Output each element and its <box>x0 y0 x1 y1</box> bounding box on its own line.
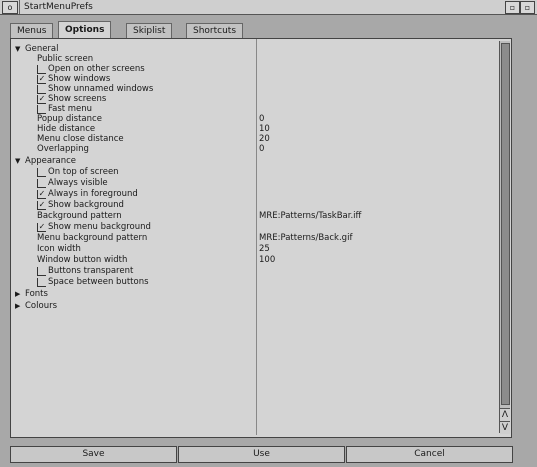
vertical-scrollbar[interactable]: Λ V <box>499 41 510 434</box>
option-label: Fast menu <box>48 104 93 114</box>
checkbox-checked[interactable]: ✓ <box>37 75 46 84</box>
setting-value[interactable]: 20 <box>259 134 270 144</box>
tree-node-label: General <box>25 44 59 54</box>
checkbox-checked[interactable]: ✓ <box>37 223 46 232</box>
setting-menu-background-pattern[interactable]: Menu background pattern MRE:Patterns/Bac… <box>11 233 501 243</box>
checkbox-unchecked[interactable] <box>37 168 46 177</box>
setting-value[interactable]: 10 <box>259 124 270 134</box>
tree-node-appearance[interactable]: ▼ Appearance <box>11 156 501 166</box>
option-show-windows[interactable]: ✓ Show windows <box>11 74 501 84</box>
setting-label: Icon width <box>37 244 81 254</box>
setting-value[interactable]: MRE:Patterns/TaskBar.iff <box>259 211 361 221</box>
option-label: Show background <box>48 200 124 210</box>
setting-window-button-width[interactable]: Window button width 100 <box>11 255 501 265</box>
zoom-gadget-icon[interactable]: ▫ <box>505 1 520 14</box>
setting-label: Window button width <box>37 255 128 265</box>
save-button[interactable]: Save <box>10 446 177 463</box>
option-buttons-transparent[interactable]: Buttons transparent <box>11 266 501 276</box>
option-label: Buttons transparent <box>48 266 134 276</box>
option-label: Show screens <box>48 94 107 104</box>
checkbox-unchecked[interactable] <box>37 85 46 94</box>
setting-label: Overlapping <box>37 144 89 154</box>
prefs-window: o StartMenuPrefs ▫ ▫ Menus Options Skipl… <box>0 0 537 467</box>
checkbox-checked[interactable]: ✓ <box>37 95 46 104</box>
expand-arrow-icon[interactable]: ▼ <box>15 156 20 166</box>
setting-menu-close-distance[interactable]: Menu close distance 20 <box>11 134 501 144</box>
setting-value[interactable]: MRE:Patterns/Back.gif <box>259 233 352 243</box>
option-label: Space between buttons <box>48 277 149 287</box>
window-title: StartMenuPrefs <box>24 2 93 12</box>
option-space-between-buttons[interactable]: Space between buttons <box>11 277 501 287</box>
option-label: Always in foreground <box>48 189 138 199</box>
setting-value[interactable]: 0 <box>259 114 264 124</box>
option-fast-menu[interactable]: Fast menu <box>11 104 501 114</box>
tree-node-label: Appearance <box>25 156 77 166</box>
checkbox-unchecked[interactable] <box>37 278 46 287</box>
setting-overlapping[interactable]: Overlapping 0 <box>11 144 501 154</box>
scroll-up-icon[interactable]: Λ <box>500 408 510 421</box>
setting-hide-distance[interactable]: Hide distance 10 <box>11 124 501 134</box>
setting-icon-width[interactable]: Icon width 25 <box>11 244 501 254</box>
option-always-in-foreground[interactable]: ✓ Always in foreground <box>11 189 501 199</box>
setting-label: Background pattern <box>37 211 122 221</box>
option-show-screens[interactable]: ✓ Show screens <box>11 94 501 104</box>
expand-arrow-icon[interactable]: ▼ <box>15 44 20 54</box>
option-label: Show menu background <box>48 222 151 232</box>
option-show-unnamed-windows[interactable]: Show unnamed windows <box>11 84 501 94</box>
tree-node-general[interactable]: ▼ General <box>11 44 501 54</box>
tree-node-label: Colours <box>25 301 58 311</box>
checkbox-checked[interactable]: ✓ <box>37 190 46 199</box>
option-on-top-of-screen[interactable]: On top of screen <box>11 167 501 177</box>
scroll-down-icon[interactable]: V <box>500 421 510 434</box>
tree-item-public-screen[interactable]: Public screen <box>11 54 501 64</box>
setting-background-pattern[interactable]: Background pattern MRE:Patterns/TaskBar.… <box>11 211 501 221</box>
option-show-background[interactable]: ✓ Show background <box>11 200 501 210</box>
setting-label: Menu background pattern <box>37 233 148 243</box>
setting-label: Hide distance <box>37 124 96 134</box>
option-label: Show windows <box>48 74 111 84</box>
collapse-arrow-icon[interactable]: ▶ <box>15 301 20 311</box>
scrollbar-knob[interactable] <box>501 43 510 405</box>
setting-label: Menu close distance <box>37 134 124 144</box>
collapse-arrow-icon[interactable]: ▶ <box>15 289 20 299</box>
checkbox-unchecked[interactable] <box>37 267 46 276</box>
options-tree-list[interactable]: ▼ General Public screen Open on other sc… <box>10 38 512 438</box>
title-bar[interactable]: o StartMenuPrefs ▫ ▫ <box>0 0 537 15</box>
tab-menus[interactable]: Menus <box>10 23 54 38</box>
option-open-other-screens[interactable]: Open on other screens <box>11 64 501 74</box>
tree-node-fonts[interactable]: ▶ Fonts <box>11 289 501 299</box>
title-separator <box>19 0 20 14</box>
use-button[interactable]: Use <box>178 446 345 463</box>
tab-options[interactable]: Options <box>58 21 112 39</box>
item-label: Public screen <box>37 54 94 64</box>
option-label: On top of screen <box>48 167 119 177</box>
setting-value[interactable]: 25 <box>259 244 270 254</box>
setting-value[interactable]: 0 <box>259 144 264 154</box>
checkbox-unchecked[interactable] <box>37 105 46 114</box>
option-show-menu-background[interactable]: ✓ Show menu background <box>11 222 501 232</box>
option-always-visible[interactable]: Always visible <box>11 178 501 188</box>
checkbox-unchecked[interactable] <box>37 179 46 188</box>
option-label: Open on other screens <box>48 64 145 74</box>
close-gadget[interactable]: o <box>2 1 18 14</box>
option-label: Always visible <box>48 178 108 188</box>
button-bar: Save Use Cancel <box>10 446 513 463</box>
tree-node-label: Fonts <box>25 289 48 299</box>
depth-gadget-icon[interactable]: ▫ <box>520 1 535 14</box>
tab-shortcuts[interactable]: Shortcuts <box>186 23 244 38</box>
checkbox-unchecked[interactable] <box>37 65 46 74</box>
setting-popup-distance[interactable]: Popup distance 0 <box>11 114 501 124</box>
checkbox-checked[interactable]: ✓ <box>37 201 46 210</box>
cancel-button[interactable]: Cancel <box>346 446 513 463</box>
tree-node-colours[interactable]: ▶ Colours <box>11 301 501 311</box>
setting-label: Popup distance <box>37 114 102 124</box>
tab-skiplist[interactable]: Skiplist <box>126 23 173 38</box>
setting-value[interactable]: 100 <box>259 255 275 265</box>
option-label: Show unnamed windows <box>48 84 154 94</box>
